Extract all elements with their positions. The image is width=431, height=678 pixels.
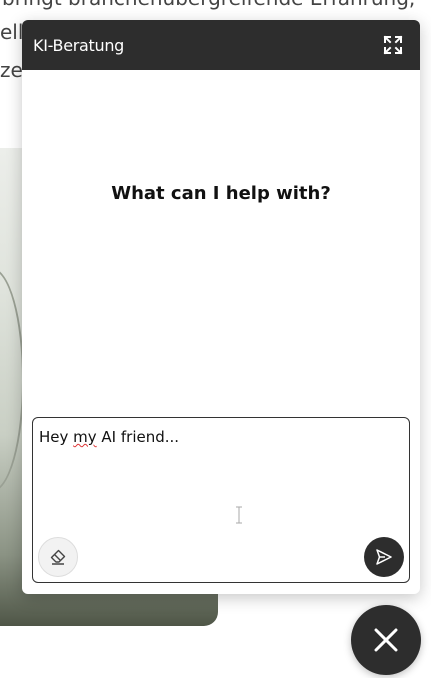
message-input-text: Hey	[39, 428, 74, 446]
send-button[interactable]	[364, 537, 404, 577]
message-input-text: AI friend...	[96, 428, 180, 446]
background-photo-shape	[0, 268, 24, 492]
expand-arrows-icon	[383, 35, 403, 55]
chat-title: KI-Beratung	[33, 35, 125, 55]
close-chat-button[interactable]	[351, 605, 421, 675]
send-paper-plane-icon	[376, 549, 392, 565]
clear-button[interactable]	[38, 537, 78, 577]
close-x-icon	[374, 628, 398, 652]
message-input-misspelled-word: my	[73, 428, 97, 446]
message-composer[interactable]: Hey my AI friend...	[32, 417, 410, 583]
message-input-value[interactable]: Hey my AI friend...	[39, 428, 179, 446]
eraser-icon	[50, 549, 66, 565]
expand-icon[interactable]	[382, 34, 404, 56]
prompt-heading: What can I help with?	[111, 183, 331, 204]
text-cursor-icon	[236, 506, 242, 524]
page: bringt branchenübergreifende Erfahrung, …	[0, 0, 431, 678]
chat-panel: KI-Beratung What can I help with? Hey my…	[22, 20, 420, 594]
chat-body: What can I help with?	[22, 70, 420, 417]
background-text-line: bringt branchenübergreifende Erfahrung,	[2, 0, 415, 10]
chat-header: KI-Beratung	[22, 20, 420, 70]
